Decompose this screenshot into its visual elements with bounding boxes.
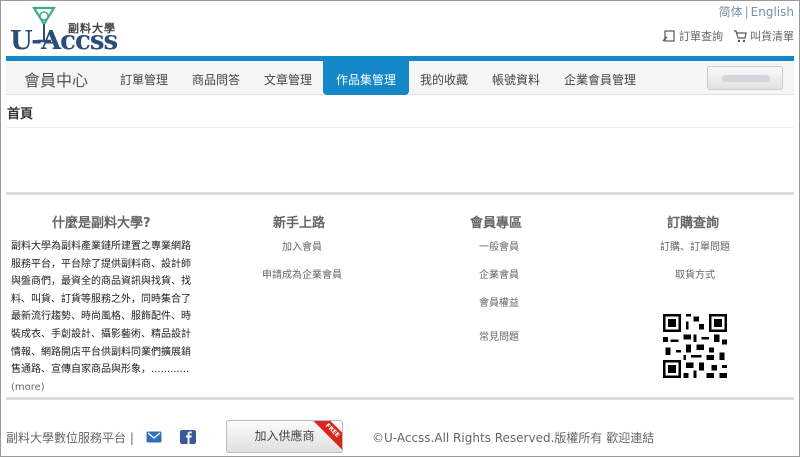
nav-my-favorites[interactable]: 我的收藏 xyxy=(420,71,468,88)
member-nav: 會員中心 訂單管理 商品問答 文章管理 作品集管理 我的收藏 帳號資料 企業會員… xyxy=(6,61,794,95)
nav-product-qa[interactable]: 商品問答 xyxy=(192,71,240,88)
language-switch: 简体 | English xyxy=(719,3,794,20)
link-pickup-method[interactable]: 取貨方式 xyxy=(675,266,715,281)
bottom-bar: 副料大學數位服務平台 | 加入供應商 FREE ©U-Accss.All Rig… xyxy=(6,400,794,455)
header-tools: 訂單查詢 叫貨清單 xyxy=(662,28,794,44)
member-center-title: 會員中心 xyxy=(24,71,89,90)
nav-order-management[interactable]: 訂單管理 xyxy=(120,71,168,88)
join-supplier-button[interactable]: 加入供應商 FREE xyxy=(226,420,343,453)
link-enterprise-apply[interactable]: 申請成為企業會員 xyxy=(262,266,342,281)
join-supplier-label: 加入供應商 xyxy=(254,429,315,443)
nav-portfolio-management[interactable]: 作品集管理 xyxy=(323,61,410,95)
facebook-icon[interactable] xyxy=(180,430,196,444)
blurred-label xyxy=(722,75,770,82)
member-title: 會員專區 xyxy=(470,216,523,231)
link-join-member[interactable]: 加入會員 xyxy=(282,238,322,253)
link-enterprise-member[interactable]: 企業會員 xyxy=(479,266,519,281)
link-order-questions[interactable]: 訂購、訂單問題 xyxy=(660,238,730,253)
nav-enterprise-member[interactable]: 企業會員管理 xyxy=(564,71,636,88)
divider xyxy=(6,127,794,128)
order-title: 訂購查詢 xyxy=(667,216,720,231)
link-faq[interactable]: 常見問題 xyxy=(479,328,519,343)
nav-action-button[interactable] xyxy=(707,66,783,90)
free-ribbon: FREE xyxy=(312,421,342,451)
lang-english-link[interactable]: English xyxy=(751,5,794,19)
about-text-block: 副料大學為副料產業鏈所建置之專業網路服務平台，平台除了提供副料商、設計師與盤商們… xyxy=(11,238,196,396)
nav-account-info[interactable]: 帳號資料 xyxy=(492,71,540,88)
about-text: 副料大學為副料產業鏈所建置之專業網路服務平台，平台除了提供副料商、設計師與盤商們… xyxy=(11,241,191,376)
link-general-member[interactable]: 一般會員 xyxy=(479,238,519,253)
copyright-text: ©U-Accss.All Rights Reserved.版權所有 歡迎連結 xyxy=(372,431,655,445)
cart-link[interactable]: 叫貨清單 xyxy=(733,28,794,44)
cart-icon xyxy=(734,30,747,43)
platform-label: 副料大學數位服務平台 | xyxy=(6,431,134,445)
breadcrumb-home[interactable]: 首頁 xyxy=(7,103,33,122)
lang-separator: | xyxy=(744,5,749,19)
about-title: 什麼是副料大學? xyxy=(52,216,151,231)
nav-article-management[interactable]: 文章管理 xyxy=(264,71,312,88)
email-icon[interactable] xyxy=(146,430,162,444)
more-link[interactable]: (more) xyxy=(11,382,45,393)
order-query-link[interactable]: 訂單查詢 xyxy=(662,28,723,44)
guide-title: 新手上路 xyxy=(273,216,326,231)
lang-simplified-link[interactable]: 简体 xyxy=(719,5,743,19)
footer-divider xyxy=(6,192,794,195)
order-query-label: 訂單查詢 xyxy=(679,30,723,43)
site-logo[interactable]: 副料大學 U-Accss xyxy=(10,6,125,56)
order-query-icon xyxy=(662,30,675,42)
logo-wordmark: U-Accss xyxy=(10,26,118,56)
qr-code-icon xyxy=(663,314,727,378)
link-member-rights[interactable]: 會員權益 xyxy=(479,294,519,309)
cart-label: 叫貨清單 xyxy=(750,30,794,43)
